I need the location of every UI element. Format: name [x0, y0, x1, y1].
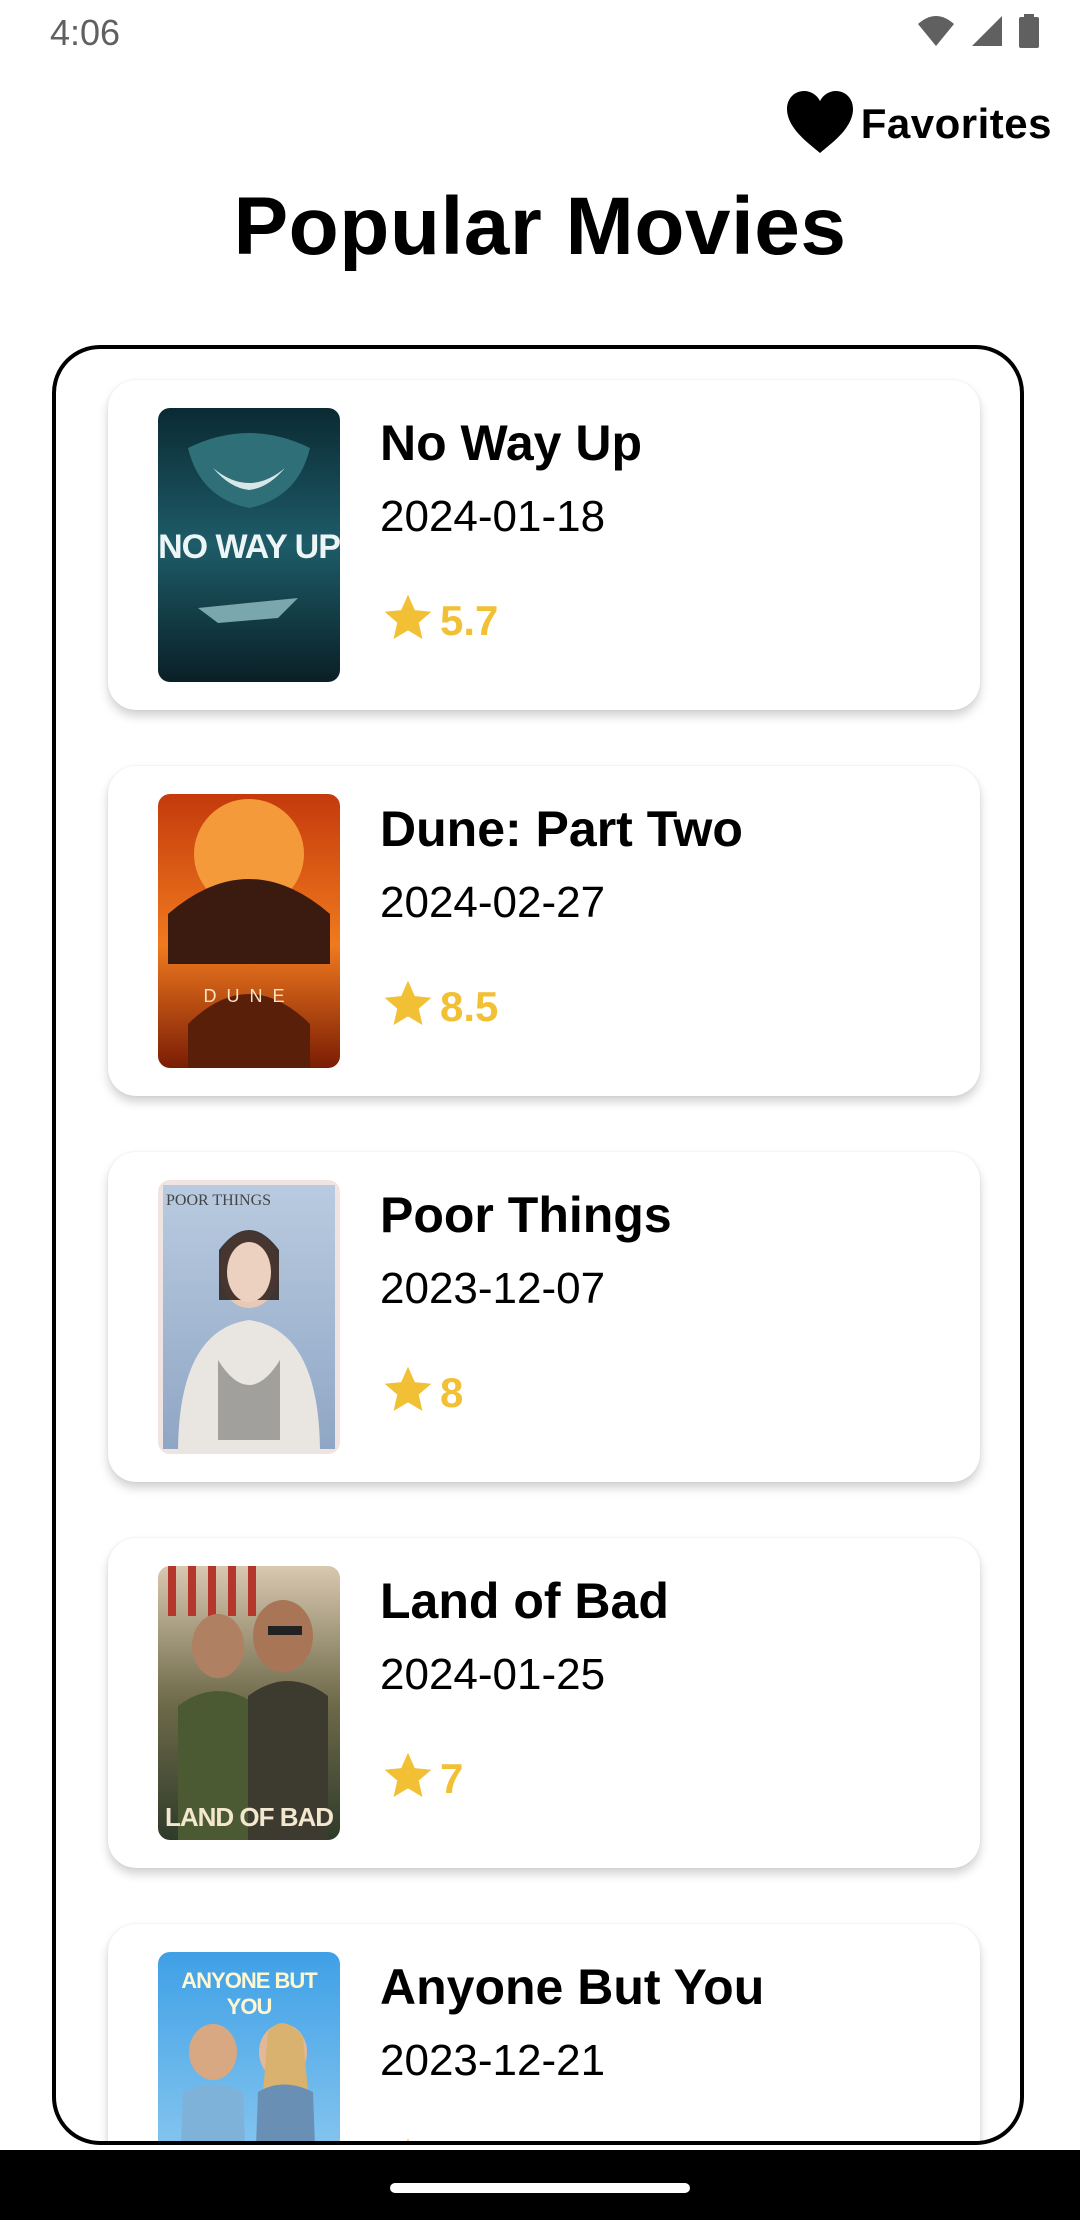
movie-release-date: 2024-02-27 — [380, 878, 606, 927]
poster-title-text: NO WAY UP — [158, 528, 340, 566]
movie-title: Dune: Part Two — [380, 801, 743, 857]
poster-title-text: DUNE — [203, 986, 295, 1006]
status-bar: 4:06 — [0, 0, 1080, 66]
movie-poster: LAND OF BAD — [158, 1566, 340, 1840]
poster-title-text: POOR THINGS — [166, 1192, 272, 1209]
movie-title: No Way Up — [380, 415, 643, 471]
battery-icon — [1018, 14, 1040, 48]
movie-poster: POOR THINGS — [158, 1180, 340, 1454]
movie-rating: 8.5 — [380, 976, 498, 1037]
movie-rating — [380, 2134, 440, 2141]
status-time: 4:06 — [50, 12, 121, 53]
rating-value: 7 — [440, 1754, 464, 1802]
star-icon — [380, 590, 436, 651]
poster-title-text: ANYONE BUT YOU — [181, 1968, 317, 2019]
movie-release-date: 2023-12-07 — [380, 1264, 606, 1313]
home-indicator[interactable] — [390, 2183, 690, 2193]
movie-rating: 8 — [380, 1362, 463, 1423]
heart-icon — [783, 89, 857, 160]
movie-poster: DUNE — [158, 794, 340, 1068]
movie-poster: NO WAY UP — [158, 408, 340, 682]
favorites-label: Favorites — [860, 100, 1052, 147]
movie-release-date: 2023-12-21 — [380, 2036, 606, 2085]
movie-rating: 7 — [380, 1748, 463, 1809]
movie-release-date: 2024-01-25 — [380, 1650, 606, 1699]
wifi-icon — [916, 14, 956, 48]
status-icons — [916, 14, 1040, 48]
movie-title: Poor Things — [380, 1187, 672, 1243]
star-icon — [380, 1748, 436, 1809]
movie-title: Anyone But You — [380, 1959, 765, 2015]
movie-card[interactable]: POOR THINGS Poor Things 2023-12-07 8 — [108, 1152, 980, 1482]
movie-card[interactable]: DUNE Dune: Part Two 2024-02-27 8.5 — [108, 766, 980, 1096]
cellular-signal-icon — [970, 14, 1004, 48]
movie-poster: ANYONE BUT YOU — [158, 1952, 340, 2141]
movie-release-date: 2024-01-18 — [380, 492, 606, 541]
star-icon — [380, 1362, 436, 1423]
movie-title: Land of Bad — [380, 1573, 669, 1629]
movie-card[interactable]: NO WAY UP No Way Up 2024-01-18 5.7 — [108, 380, 980, 710]
rating-value: 8.5 — [440, 982, 499, 1030]
favorites-button[interactable]: Favorites — [783, 88, 1052, 160]
rating-value: 8 — [440, 1368, 464, 1416]
movie-list[interactable]: NO WAY UP No Way Up 2024-01-18 5.7 DUNE … — [52, 345, 1024, 2145]
movie-rating: 5.7 — [380, 590, 498, 651]
movie-card[interactable]: ANYONE BUT YOU Anyone But You 2023-12-21 — [108, 1924, 980, 2141]
poster-title-text: LAND OF BAD — [164, 1802, 334, 1832]
page-title: Popular Movies — [233, 181, 847, 272]
app-screen: 4:06 Favorites Popular Movies NO WAY UP … — [0, 0, 1080, 2220]
rating-value: 5.7 — [440, 596, 499, 644]
star-icon — [380, 2134, 436, 2141]
movie-card[interactable]: LAND OF BAD Land of Bad 2024-01-25 7 — [108, 1538, 980, 1868]
star-icon — [380, 976, 436, 1037]
